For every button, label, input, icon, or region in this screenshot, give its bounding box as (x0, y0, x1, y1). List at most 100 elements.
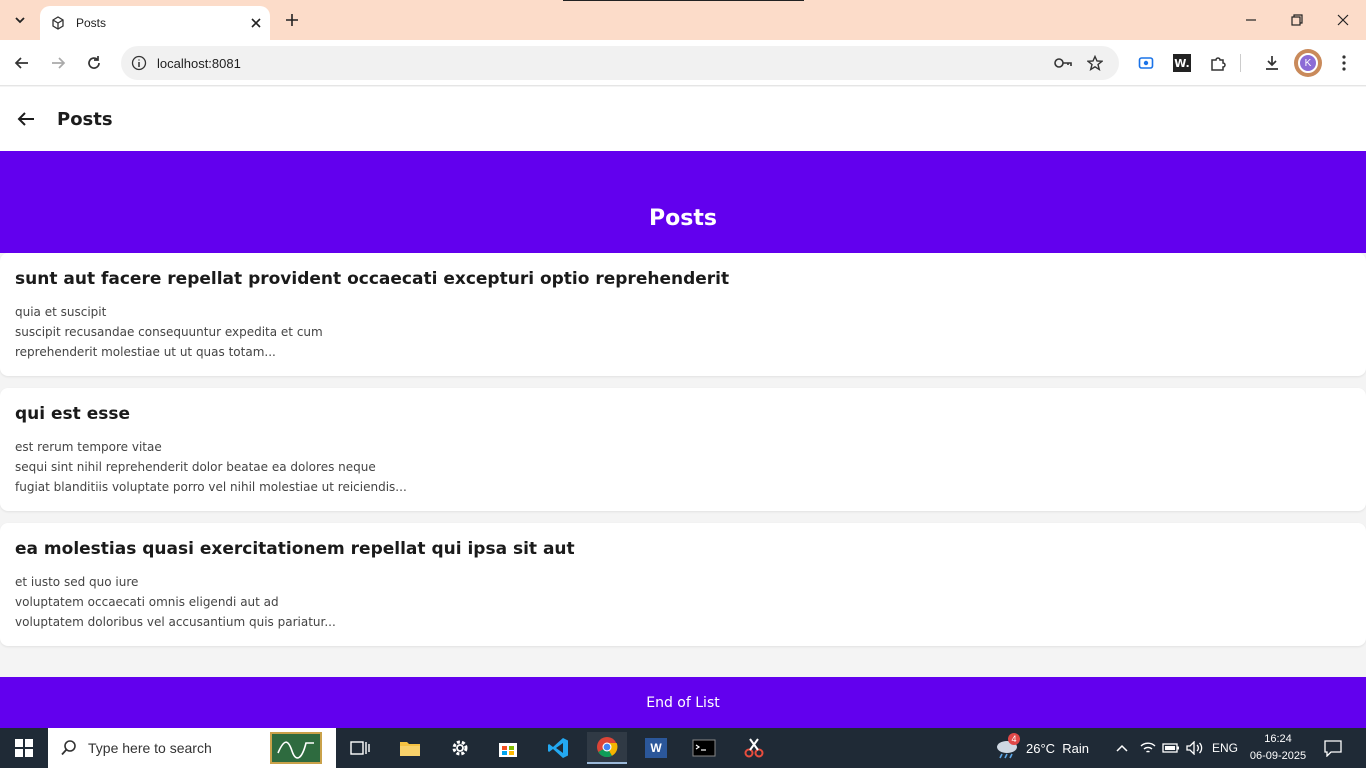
site-info-icon[interactable] (131, 55, 147, 71)
volume-control[interactable] (1186, 728, 1204, 768)
more-vert-icon (1342, 55, 1346, 71)
post-title: qui est esse (15, 404, 131, 424)
puzzle-icon (1211, 57, 1226, 71)
word-extension-icon: W. (1173, 54, 1191, 72)
post-card[interactable]: qui est esse est rerum tempore vitae seq… (0, 388, 1366, 511)
post-body-line: voluptatem occaecati omnis eligendi aut … (15, 595, 279, 609)
extension-word-button[interactable]: W. (1168, 49, 1196, 77)
reload-button[interactable] (80, 49, 108, 77)
page-title: Posts (57, 109, 113, 130)
vscode-button[interactable] (538, 732, 578, 764)
browser-toolbar: localhost:8081 W. (0, 40, 1366, 86)
notifications-button[interactable] (1324, 728, 1342, 768)
clock-date: 06-09-2025 (1249, 750, 1307, 762)
extension-screencast-button[interactable] (1132, 49, 1160, 77)
tab-title: Posts (76, 16, 107, 30)
word-icon: W (645, 738, 667, 758)
extensions-button[interactable] (1204, 49, 1232, 77)
snipping-tool-button[interactable] (734, 732, 774, 764)
hero-title: Posts (649, 205, 717, 231)
gear-icon (452, 740, 468, 756)
windows-taskbar: Type here to search W 4 26°C Rain ENG 16… (0, 728, 1366, 768)
chrome-icon (597, 737, 618, 758)
forward-button[interactable] (44, 49, 72, 77)
input-language[interactable]: ENG (1212, 728, 1238, 768)
post-body-line: quia et suscipit (15, 305, 107, 319)
speaker-icon (1186, 741, 1203, 755)
arrow-right-icon (52, 57, 66, 69)
terminal-icon (692, 739, 716, 757)
search-placeholder: Type here to search (88, 740, 212, 756)
post-body-line: voluptatem doloribus vel accusantium qui… (15, 615, 336, 629)
wifi-icon (1140, 742, 1156, 753)
file-explorer-button[interactable] (390, 732, 430, 764)
search-icon (61, 740, 76, 756)
app-header: Posts (0, 87, 1366, 151)
taskbar-search-box[interactable]: Type here to search (48, 728, 336, 768)
battery-status[interactable] (1162, 728, 1180, 768)
store-icon (499, 743, 517, 757)
post-body-line: reprehenderit molestiae ut ut quas totam… (15, 345, 276, 359)
profile-avatar[interactable]: K (1294, 49, 1322, 77)
post-title: sunt aut facere repellat provident occae… (15, 269, 730, 289)
post-card[interactable]: sunt aut facere repellat provident occae… (0, 253, 1366, 376)
url-text: localhost:8081 (157, 55, 241, 71)
app-back-button[interactable] (14, 107, 38, 131)
app-favicon-icon (52, 16, 64, 30)
plus-icon (286, 14, 298, 26)
search-highlight-image (270, 732, 322, 764)
post-body-line: sequi sint nihil reprehenderit dolor bea… (15, 460, 376, 474)
task-view-icon (350, 741, 370, 755)
battery-icon (1162, 743, 1179, 753)
arrow-left-icon (14, 57, 28, 69)
restore-icon (1291, 14, 1303, 26)
browser-tab[interactable]: Posts (40, 6, 270, 40)
posts-list: sunt aut facere repellat provident occae… (0, 253, 1366, 658)
folder-icon (400, 742, 420, 756)
post-body-line: est rerum tempore vitae (15, 440, 162, 454)
word-button[interactable]: W (636, 732, 676, 764)
notification-icon (1324, 740, 1342, 757)
task-view-button[interactable] (340, 732, 380, 764)
divider (563, 0, 804, 1)
menu-button[interactable] (1330, 49, 1358, 77)
show-hidden-icons-button[interactable] (1116, 728, 1128, 768)
downloads-button[interactable] (1258, 49, 1286, 77)
restore-button[interactable] (1274, 0, 1320, 40)
download-icon (1266, 56, 1278, 70)
taskbar-clock[interactable]: 16:24 06-09-2025 (1246, 731, 1310, 765)
chrome-button[interactable] (587, 732, 627, 764)
browser-tabstrip: Posts (0, 0, 1366, 40)
store-button[interactable] (488, 732, 528, 764)
start-button[interactable] (0, 728, 48, 768)
bookmark-star-icon[interactable] (1087, 55, 1103, 71)
new-tab-button[interactable] (280, 8, 304, 32)
reload-icon (88, 56, 100, 69)
minimize-button[interactable] (1228, 0, 1274, 40)
close-icon (1337, 14, 1349, 26)
post-body-line: et iusto sed quo iure (15, 575, 139, 589)
address-bar[interactable]: localhost:8081 (121, 46, 1119, 80)
back-button[interactable] (8, 49, 36, 77)
password-key-icon[interactable] (1053, 55, 1073, 71)
post-card[interactable]: ea molestias quasi exercitationem repell… (0, 523, 1366, 646)
chevron-down-icon (15, 17, 25, 24)
network-status[interactable] (1140, 728, 1156, 768)
settings-button[interactable] (440, 732, 480, 764)
language-text: ENG (1212, 741, 1239, 755)
tab-close-button[interactable] (246, 13, 266, 33)
avatar-letter: K (1298, 53, 1318, 73)
weather-widget[interactable]: 4 26°C Rain (994, 728, 1089, 768)
chevron-up-icon (1116, 744, 1128, 752)
arrow-left-icon (17, 112, 34, 126)
footer-text: End of List (646, 694, 720, 711)
clock-time: 16:24 (1264, 733, 1292, 745)
post-body-line: fugiat blanditiis voluptate porro vel ni… (15, 480, 407, 494)
minimize-icon (1246, 19, 1256, 21)
terminal-button[interactable] (684, 732, 724, 764)
weather-badge: 4 (1008, 733, 1020, 745)
tab-search-button[interactable] (8, 8, 32, 32)
posts-hero-banner: Posts (0, 151, 1366, 253)
close-window-button[interactable] (1320, 0, 1366, 40)
end-of-list-footer: End of List (0, 677, 1366, 728)
